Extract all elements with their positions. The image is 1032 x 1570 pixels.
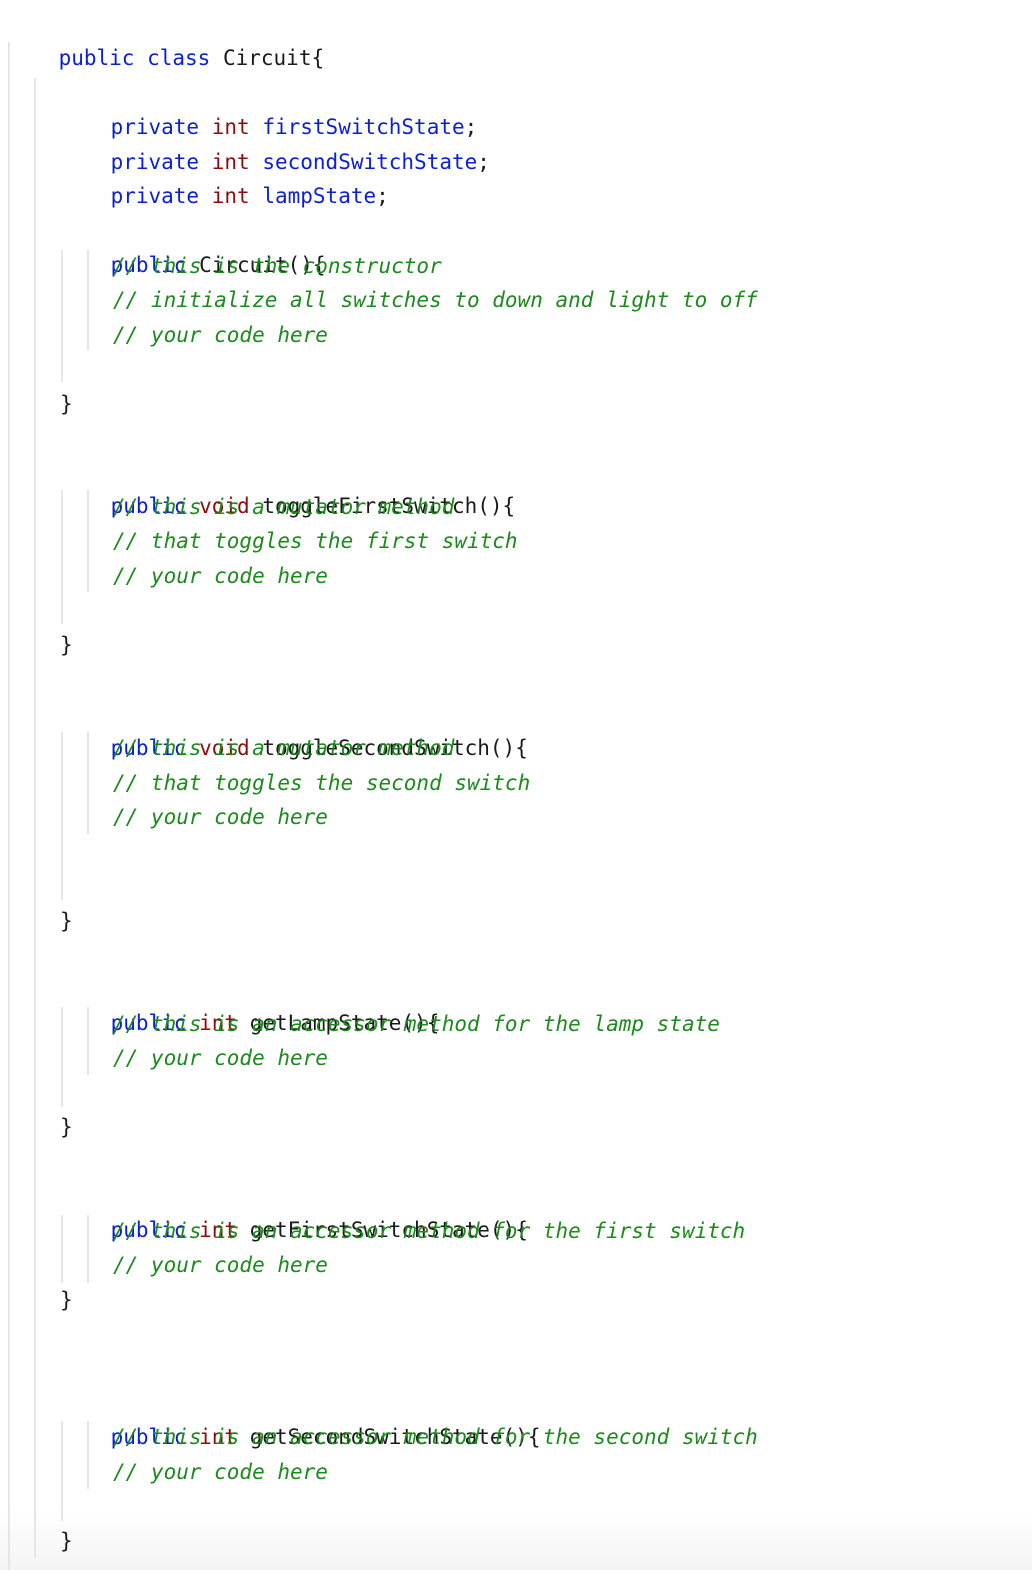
closing-brace: } <box>60 1115 73 1139</box>
field-name: lampState <box>262 184 377 208</box>
type-int: int <box>211 184 250 208</box>
comment-line: // your code here <box>113 1460 328 1484</box>
comment-line: // initialize all switches to down and l… <box>113 288 758 312</box>
code-view: public class Circuit{ private int firstS… <box>0 0 1032 1570</box>
comment-line: // this is an accessor method for the la… <box>113 1012 720 1036</box>
keyword-class: class <box>147 46 211 70</box>
comment-line: // your code here <box>113 1253 328 1277</box>
field-declaration: private int secondSwitchState; <box>60 111 490 174</box>
comment-line: // this is a mutator method <box>113 495 455 519</box>
comment-line: // your code here <box>113 323 328 347</box>
field-declaration: private int firstSwitchState; <box>60 76 478 139</box>
method-signature-toggle-second-switch: public void toggleSecondSwitch(){ <box>60 697 528 760</box>
closing-brace: } <box>60 909 73 933</box>
closing-brace: } <box>60 1529 73 1553</box>
semicolon: ; <box>376 184 389 208</box>
method-signature-get-second-switch-state: public int getSecondSwitchState(){ <box>60 1386 541 1449</box>
comment-line: // your code here <box>113 1046 328 1070</box>
comment-line: // this is the constructor <box>113 254 442 278</box>
comment-line: // this is an accessor method for the fi… <box>113 1219 746 1243</box>
comment-line: // that toggles the first switch <box>113 529 518 553</box>
class-name: Circuit{ <box>222 46 325 70</box>
comment-line: // this is an accessor method for the se… <box>113 1425 758 1449</box>
method-signature-toggle-first-switch: public void toggleFirstSwitch(){ <box>60 455 516 518</box>
comment-line: // that toggles the second switch <box>113 771 531 795</box>
closing-brace: } <box>60 633 73 657</box>
comment-line: // this is a mutator method <box>113 736 455 760</box>
constructor-signature: public Circuit(){ <box>60 214 326 277</box>
method-signature-get-lamp-state: public int getLampState(){ <box>60 972 440 1035</box>
method-signature-get-first-switch-state: public int getFirstSwitchState(){ <box>60 1179 528 1242</box>
keyword-public: public <box>58 46 135 70</box>
indent-guide-members <box>34 78 36 1558</box>
closing-brace: } <box>60 392 73 416</box>
comment-line: // your code here <box>113 564 328 588</box>
closing-brace: } <box>60 1288 73 1312</box>
comment-line: // your code here <box>113 805 328 829</box>
field-declaration: private int lampState; <box>60 145 389 208</box>
class-declaration: public class Circuit{ <box>8 7 325 70</box>
indent-guide-class <box>8 42 10 1570</box>
keyword-private: private <box>110 184 200 208</box>
semicolon: ; <box>477 150 490 174</box>
